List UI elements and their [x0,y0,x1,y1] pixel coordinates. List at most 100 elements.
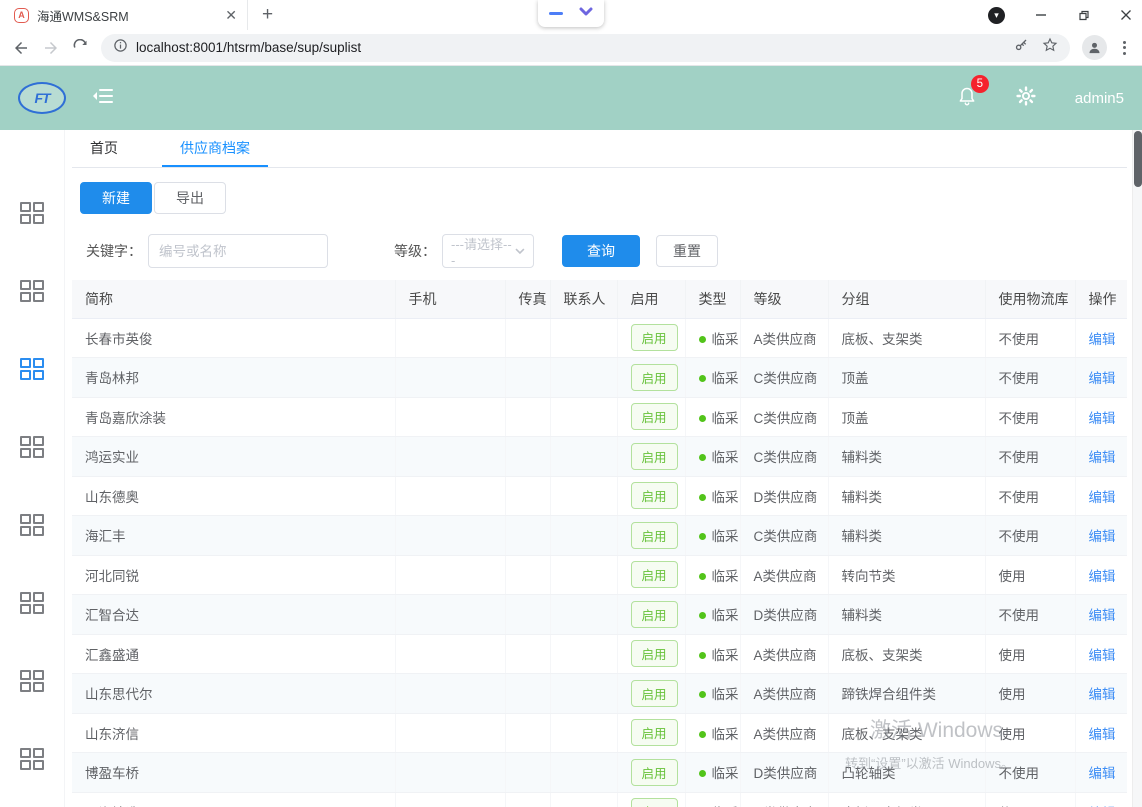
url-bar[interactable]: localhost:8001/htsrm/base/sup/suplist [101,34,1070,62]
keyword-label: 关键字： [86,241,142,261]
window-minimize-button[interactable] [1035,9,1047,21]
sidebar-grid-icon[interactable] [20,358,44,380]
tab-title: 海通WMS&SRM [37,6,217,25]
url-text[interactable]: localhost:8001/htsrm/base/sup/suplist [136,40,1006,55]
edit-link[interactable]: 编辑 [1089,608,1116,623]
notifications-button[interactable]: 5 [957,85,977,112]
enabled-badge[interactable]: 启用 [631,640,678,667]
keyword-input[interactable] [148,234,328,268]
cell-level: C类供应商 [740,516,828,556]
tab-home[interactable]: 首页 [72,130,136,167]
export-button[interactable]: 导出 [154,182,226,214]
enabled-badge[interactable]: 启用 [631,719,678,746]
current-user[interactable]: admin5 [1075,90,1124,107]
enabled-badge[interactable]: 启用 [631,522,678,549]
edit-link[interactable]: 编辑 [1089,490,1116,505]
cell-mobile [395,674,505,714]
sidebar-grid-icon[interactable] [20,436,44,458]
cell-type: 临采 [685,318,740,358]
window-restore-button[interactable] [1077,9,1090,22]
site-info-icon[interactable] [113,38,128,58]
overlay-chevron-down-icon[interactable] [579,5,593,23]
forward-icon[interactable] [42,39,60,57]
cell-contact [550,634,617,674]
edit-link[interactable]: 编辑 [1089,687,1116,702]
type-text: 临采 [712,529,739,544]
status-dot-icon [699,612,706,619]
cell-name: 汇智合达 [72,595,395,635]
browser-addressbar: localhost:8001/htsrm/base/sup/suplist [0,30,1142,66]
level-label: 等级： [394,241,436,261]
scrollbar-thumb[interactable] [1134,131,1142,187]
new-tab-button[interactable]: + [248,4,287,26]
tab-close-icon[interactable]: ✕ [225,7,237,24]
table-row: 博盈车桥 启用 临采 D类供应商 凸轮轴类 不使用 编辑 [72,753,1127,793]
cell-mobile [395,516,505,556]
sidebar-grid-icon[interactable] [20,748,44,770]
query-button[interactable]: 查询 [562,235,640,267]
cell-level: D类供应商 [740,595,828,635]
cell-group: 凸轮轴类 [828,753,985,793]
edit-link[interactable]: 编辑 [1089,727,1116,742]
cell-level: C类供应商 [740,437,828,477]
sidebar-grid-icon[interactable] [20,202,44,224]
browser-profile-avatar[interactable] [1082,35,1107,60]
collapse-menu-icon[interactable] [92,87,114,110]
supplier-table: 简称 手机 传真 联系人 启用 类型 等级 分组 使用物流库 操作 长春市英俊 … [72,280,1127,807]
cell-mobile [395,753,505,793]
browser-tab[interactable]: A 海通WMS&SRM ✕ [0,0,248,30]
enabled-badge[interactable]: 启用 [631,403,678,430]
type-text: 临采 [712,450,739,465]
media-control-icon[interactable]: ▾ [988,7,1005,24]
edit-link[interactable]: 编辑 [1089,411,1116,426]
tab-supplier-archive[interactable]: 供应商档案 [162,130,268,167]
cell-mobile [395,437,505,477]
window-close-button[interactable] [1120,9,1132,21]
cell-action: 编辑 [1075,437,1127,477]
settings-gear-icon[interactable] [1015,85,1037,112]
enabled-badge[interactable]: 启用 [631,443,678,470]
sidebar-grid-icon[interactable] [20,514,44,536]
type-text: 临采 [712,371,739,386]
cell-contact [550,555,617,595]
cell-group: 底板、支架类 [828,713,985,753]
sidebar-grid-icon[interactable] [20,592,44,614]
sidebar-grid-icon[interactable] [20,280,44,302]
edit-link[interactable]: 编辑 [1089,766,1116,781]
edit-link[interactable]: 编辑 [1089,529,1116,544]
edit-link[interactable]: 编辑 [1089,569,1116,584]
supplier-table-body: 长春市英俊 启用 临采 A类供应商 底板、支架类 不使用 编辑 青岛林邦 启用 … [72,318,1127,807]
edit-link[interactable]: 编辑 [1089,371,1116,386]
cell-contact [550,713,617,753]
enabled-badge[interactable]: 启用 [631,601,678,628]
table-row: 汇智合达 启用 临采 D类供应商 辅料类 不使用 编辑 [72,595,1127,635]
reload-icon[interactable] [72,39,89,56]
table-row: 长春市英俊 启用 临采 A类供应商 底板、支架类 不使用 编辑 [72,318,1127,358]
cell-name: 山东济信 [72,713,395,753]
edit-link[interactable]: 编辑 [1089,332,1116,347]
enabled-badge[interactable]: 启用 [631,759,678,786]
cell-contact [550,674,617,714]
status-dot-icon [699,494,706,501]
overlay-minimize-icon[interactable] [549,12,563,15]
browser-menu-icon[interactable] [1119,41,1130,55]
cell-contact [550,595,617,635]
status-dot-icon [699,375,706,382]
password-key-icon[interactable] [1014,37,1030,58]
sidebar-grid-icon[interactable] [20,670,44,692]
enabled-badge[interactable]: 启用 [631,482,678,509]
enabled-badge[interactable]: 启用 [631,798,678,807]
edit-link[interactable]: 编辑 [1089,450,1116,465]
bookmark-star-icon[interactable] [1042,37,1058,58]
cell-logistics: 不使用 [985,476,1075,516]
back-icon[interactable] [12,39,30,57]
reset-button[interactable]: 重置 [656,235,718,267]
new-button[interactable]: 新建 [80,182,152,214]
enabled-badge[interactable]: 启用 [631,561,678,588]
cell-fax [505,437,550,477]
edit-link[interactable]: 编辑 [1089,648,1116,663]
enabled-badge[interactable]: 启用 [631,680,678,707]
enabled-badge[interactable]: 启用 [631,324,678,351]
enabled-badge[interactable]: 启用 [631,364,678,391]
level-select[interactable]: ---请选择--- [442,234,534,268]
